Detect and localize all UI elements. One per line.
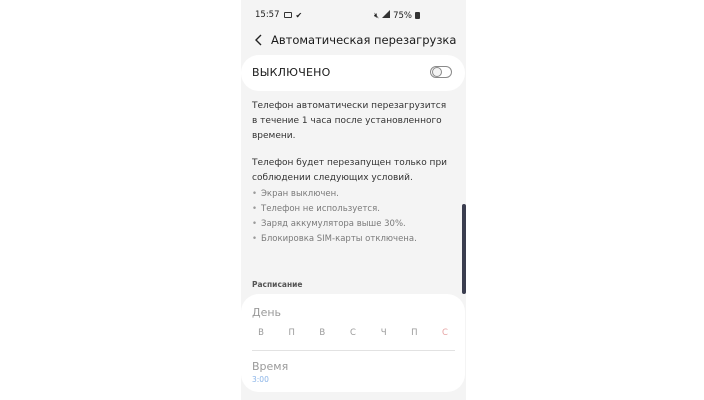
switch-knob (432, 67, 442, 77)
list-item: Телефон не используется. (252, 202, 417, 217)
description-paragraph-1: Телефон автоматически перезагрузится в т… (252, 101, 447, 141)
day-friday-button[interactable]: П (402, 328, 426, 338)
time-label[interactable]: Время (252, 360, 288, 373)
day-saturday-button[interactable]: С (433, 328, 457, 338)
mute-icon: 🔇︎ (374, 10, 380, 20)
list-item: Экран выключен. (252, 187, 417, 202)
schedule-card: День В П В С Ч П С Время 3:00 (241, 294, 465, 392)
day-label: День (252, 306, 282, 319)
auto-restart-switch[interactable] (430, 66, 452, 78)
battery-icon (415, 12, 420, 19)
day-wednesday-button[interactable]: С (341, 328, 365, 338)
status-bar-left: 15:57 ✔ (255, 10, 302, 20)
chevron-left-icon[interactable] (252, 32, 266, 46)
divider (252, 350, 455, 351)
schedule-section-header: Расписание (252, 280, 303, 289)
list-item: Заряд аккумулятора выше 30%. (252, 217, 417, 232)
battery-percent: 75% (393, 10, 412, 21)
day-thursday-button[interactable]: Ч (372, 328, 396, 338)
day-selector: В П В С Ч П С (249, 328, 457, 338)
scrollbar[interactable] (462, 204, 466, 294)
status-bar-right: 🔇︎ 75% (374, 10, 420, 21)
check-notification-icon: ✔ (295, 10, 303, 20)
toggle-label: ВЫКЛЮЧЕНО (252, 66, 331, 79)
conditions-list: Экран выключен. Телефон не используется.… (252, 187, 417, 247)
phone-screen: 15:57 ✔ 🔇︎ 75% Автоматическая перезагруз… (241, 0, 466, 400)
auto-restart-toggle-row[interactable]: ВЫКЛЮЧЕНО (241, 55, 465, 91)
gallery-notification-icon (283, 12, 292, 18)
status-bar: 15:57 ✔ 🔇︎ 75% (241, 0, 466, 28)
description-paragraph-2: Телефон будет перезапущен только при соб… (252, 158, 448, 183)
signal-icon (382, 10, 391, 21)
page-title: Автоматическая перезагрузка (271, 33, 457, 47)
app-bar: Автоматическая перезагрузка (241, 28, 466, 52)
list-item: Блокировка SIM-карты отключена. (252, 232, 417, 247)
time-value[interactable]: 3:00 (252, 375, 269, 384)
status-time: 15:57 (255, 10, 280, 20)
day-monday-button[interactable]: П (280, 328, 304, 338)
day-tuesday-button[interactable]: В (310, 328, 334, 338)
day-sunday-button[interactable]: В (249, 328, 273, 338)
